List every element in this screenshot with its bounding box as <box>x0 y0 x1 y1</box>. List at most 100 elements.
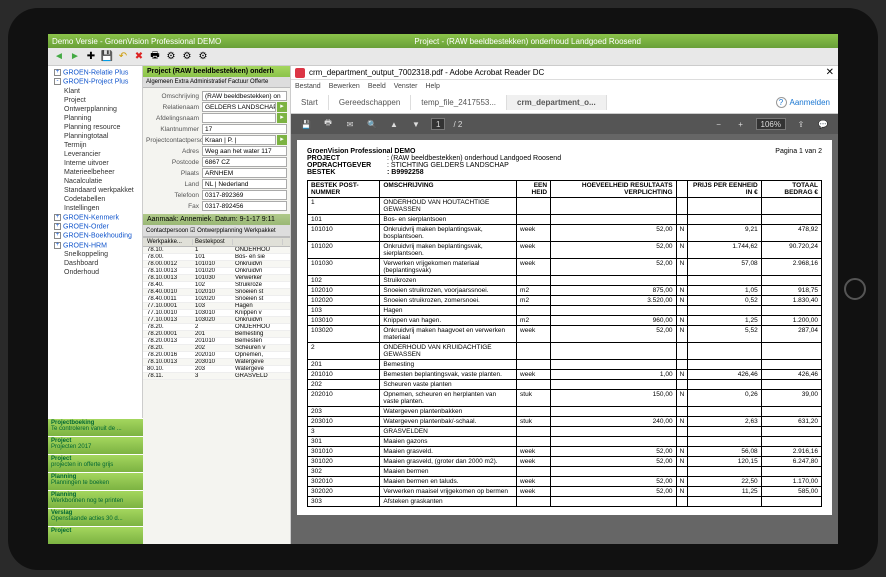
tool2-icon[interactable]: ⚙ <box>180 50 194 64</box>
grid-row[interactable]: 78.10.1ONDERHOU <box>143 247 290 254</box>
tree-item[interactable]: Planning <box>50 114 140 123</box>
pdf-menu-item[interactable]: Venster <box>394 83 418 90</box>
grid-row[interactable]: 78.40.102Struikroze <box>143 282 290 289</box>
pdf-comment-icon[interactable]: 💬 <box>816 117 830 131</box>
tree-item[interactable]: Interne uitvoer <box>50 159 140 168</box>
print-icon[interactable]: 🖶 <box>148 50 162 64</box>
delete-icon[interactable]: ✖ <box>132 50 146 64</box>
pdf-share-icon[interactable]: ⇪ <box>794 117 808 131</box>
pdf-zoomin-icon[interactable]: + <box>734 117 748 131</box>
project-tabs[interactable]: Algemeen Extra Administratief Factuur Of… <box>143 77 290 88</box>
tree-item[interactable]: Materieelbeheer <box>50 168 140 177</box>
shortcut-stack[interactable]: PlanningPlanningen te boeken <box>48 472 143 490</box>
pdf-tab[interactable]: crm_department_o... <box>507 95 607 110</box>
form-input[interactable]: ARNHEM <box>202 168 287 178</box>
form-input[interactable]: Weg aan het water 117 <box>202 146 287 156</box>
form-input[interactable]: Kraan | P. | <box>202 135 276 145</box>
shortcut-stack[interactable]: Projectprojecten in offerte grijs <box>48 454 143 472</box>
tree-item[interactable]: Codetabellen <box>50 195 140 204</box>
grid-row[interactable]: 80.10.203Watergeve <box>143 366 290 373</box>
tablet-home-button[interactable] <box>844 278 866 300</box>
tree-item[interactable]: Onderhoud <box>50 268 140 277</box>
grid-row[interactable]: 78.10.0013203010Watergeve <box>143 359 290 366</box>
pdf-mail-icon[interactable]: ✉ <box>343 117 357 131</box>
tree-item[interactable]: Ontwerpplanning <box>50 105 140 114</box>
pdf-zoom[interactable]: 106% <box>756 118 786 130</box>
tree-item[interactable]: Planning resource <box>50 123 140 132</box>
pdf-menubar[interactable]: Bestand Bewerken Beeld Venster Help <box>291 80 838 92</box>
grid-row[interactable]: 78.10.0013101030Verwerker <box>143 275 290 282</box>
tree-item[interactable]: Nacalculatie <box>50 177 140 186</box>
tree-item[interactable]: Project <box>50 96 140 105</box>
tree-root[interactable]: +GROEN-Order <box>50 222 140 231</box>
tree-root[interactable]: +GROEN-Relatie Plus <box>50 68 140 77</box>
pdf-menu-item[interactable]: Bewerken <box>329 83 360 90</box>
grid-row[interactable]: 77.10.0010103010Knippen v <box>143 310 290 317</box>
form-input[interactable]: 6867 CZ <box>202 157 287 167</box>
form-input[interactable]: (RAW beeldbestekken) on <box>202 91 287 101</box>
tree-item[interactable]: Snelkoppeling <box>50 250 140 259</box>
form-input[interactable] <box>202 113 276 123</box>
pdf-save-icon[interactable]: 💾 <box>299 117 313 131</box>
grid-row[interactable]: 78.20.0013201010Bemesten <box>143 338 290 345</box>
undo-icon[interactable]: ↶ <box>116 50 130 64</box>
grid-row[interactable]: 78.40.0011102020Snoeien st <box>143 296 290 303</box>
pdf-next-icon[interactable]: ▼ <box>409 117 423 131</box>
shortcut-stack[interactable]: PlanningWerkbonnen nog te printen <box>48 490 143 508</box>
save-icon[interactable]: 💾 <box>100 50 114 64</box>
form-input[interactable]: 0317-892456 <box>202 201 287 211</box>
grid-row[interactable]: 77.10.0013103020Onkruidvri <box>143 317 290 324</box>
pdf-prev-icon[interactable]: ▲ <box>387 117 401 131</box>
shortcut-stack[interactable]: VerslagOpenstaande acties 30 d... <box>48 508 143 526</box>
form-input[interactable]: 0317-892369 <box>202 190 287 200</box>
tree-root[interactable]: -GROEN-Project Plus <box>50 77 140 86</box>
grid-row[interactable]: 77.10.0001103Hagen <box>143 303 290 310</box>
shortcut-stack[interactable]: ProjectProjecten 2017 <box>48 436 143 454</box>
grid-row[interactable]: 78.00.0012101010Onkruidvri <box>143 261 290 268</box>
grid-row[interactable]: 78.11.3GRASVELD <box>143 373 290 380</box>
lookup-icon[interactable]: ▸ <box>277 135 287 145</box>
grid-row[interactable]: 78.20.2ONDERHOU <box>143 324 290 331</box>
pdf-tab[interactable]: temp_file_2417553... <box>411 95 507 110</box>
tree-item[interactable]: Instellingen <box>50 204 140 213</box>
tree-item[interactable]: Leverancier <box>50 150 140 159</box>
grid-row[interactable]: 78.40.0010102010Snoeien st <box>143 289 290 296</box>
grid-row[interactable]: 78.00.101Bos- en sie <box>143 254 290 261</box>
pdf-close-icon[interactable]: ✕ <box>826 67 834 78</box>
pdf-tab[interactable]: Start <box>291 95 329 110</box>
pdf-login[interactable]: ? Aanmelden <box>768 94 838 111</box>
grid-row[interactable]: 78.10.0013101020Onkruidvri <box>143 268 290 275</box>
pdf-zoomout-icon[interactable]: − <box>712 117 726 131</box>
tree-root[interactable]: +GROEN-Boekhouding <box>50 231 140 240</box>
shortcut-stack[interactable]: Project <box>48 526 143 544</box>
pdf-menu-item[interactable]: Beeld <box>368 83 386 90</box>
nav-back-icon[interactable]: ◄ <box>52 50 66 64</box>
tree-root[interactable]: +GROEN-Kenmerk <box>50 213 140 222</box>
tool3-icon[interactable]: ⚙ <box>196 50 210 64</box>
sub-tabs[interactable]: Contactpersoon ☑ Ontwerpplanning Werkpak… <box>143 225 290 237</box>
pdf-print-icon[interactable]: 🖶 <box>321 117 335 131</box>
pdf-menu-item[interactable]: Help <box>425 83 439 90</box>
shortcut-stack[interactable]: ProjectboekingTe controleren vanuit de .… <box>48 418 143 436</box>
lookup-icon[interactable]: ▸ <box>277 102 287 112</box>
tree-root[interactable]: +GROEN-HRM <box>50 241 140 250</box>
tool1-icon[interactable]: ⚙ <box>164 50 178 64</box>
new-icon[interactable]: ✚ <box>84 50 98 64</box>
pdf-page-input[interactable]: 1 <box>431 118 445 130</box>
pdf-search-icon[interactable]: 🔍 <box>365 117 379 131</box>
form-input[interactable]: NL | Nederland <box>202 179 287 189</box>
tree-item[interactable]: Standaard werkpakket <box>50 186 140 195</box>
lookup-icon[interactable]: ▸ <box>277 113 287 123</box>
pdf-tab[interactable]: Gereedschappen <box>329 95 411 110</box>
nav-fwd-icon[interactable]: ► <box>68 50 82 64</box>
grid-row[interactable]: 78.20.202Scheuren v <box>143 345 290 352</box>
form-input[interactable]: GELDERS LANDSCHAP <box>202 102 276 112</box>
pdf-menu-item[interactable]: Bestand <box>295 83 321 90</box>
tree-item[interactable]: Klant <box>50 87 140 96</box>
grid-row[interactable]: 78.20.0016202010Opnemen, <box>143 352 290 359</box>
tree-item[interactable]: Planningtotaal <box>50 132 140 141</box>
tree-item[interactable]: Dashboard <box>50 259 140 268</box>
tree-item[interactable]: Termijn <box>50 141 140 150</box>
grid-row[interactable]: 78.20.0001201Bemesting <box>143 331 290 338</box>
form-input[interactable]: 17 <box>202 124 287 134</box>
